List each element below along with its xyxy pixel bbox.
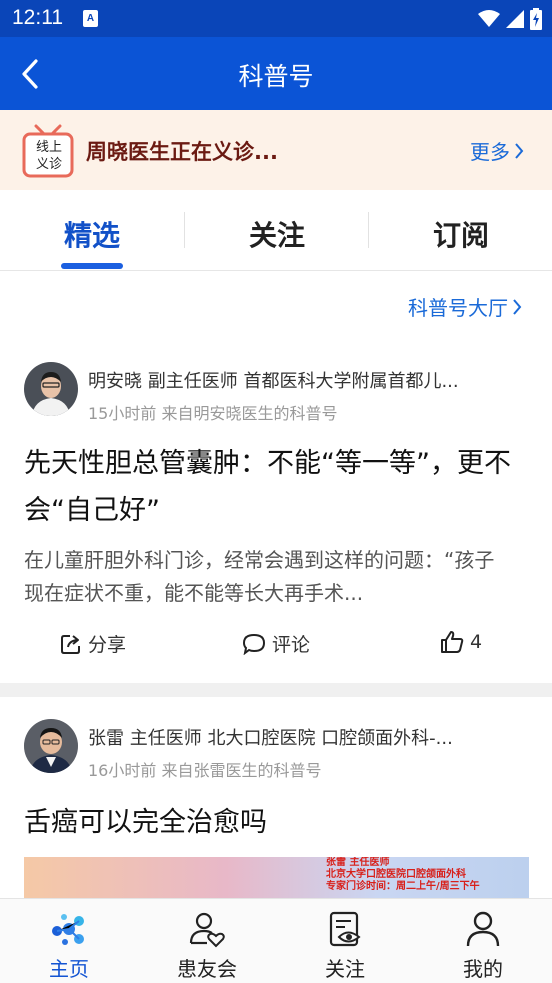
status-icons <box>478 7 542 31</box>
share-icon <box>61 634 80 654</box>
patient-group-icon <box>189 912 225 948</box>
author-line: 张雷 主任医师 北大口腔医院 口腔颌面外科-... <box>88 728 453 749</box>
status-bar: 12:11 A <box>0 0 552 37</box>
science-hall-link[interactable]: 科普号大厅 <box>408 292 522 321</box>
signal-icon <box>506 10 524 28</box>
tab-bar: 精选 关注 订阅 <box>0 190 552 271</box>
nav-profile[interactable]: 我的 <box>433 909 533 982</box>
banner-text: 周晓医生正在义诊... <box>86 140 278 164</box>
avatar[interactable] <box>24 362 78 416</box>
thumbnail-line: 北京大学口腔医院口腔颌面外科 <box>326 869 466 880</box>
app-bar: 科普号 <box>0 37 552 110</box>
banner-more-label: 更多 <box>470 140 510 164</box>
status-time: 12:11 <box>12 6 63 29</box>
profile-icon <box>466 911 500 947</box>
article-actions: 分享 评论 4 <box>0 630 552 666</box>
active-tab-indicator <box>61 263 123 269</box>
comment-button[interactable]: 评论 <box>242 630 310 657</box>
wifi-icon <box>478 10 500 27</box>
nav-home[interactable]: 主页 <box>19 909 119 982</box>
like-button[interactable]: 4 <box>440 630 482 654</box>
nav-profile-label: 我的 <box>463 957 503 981</box>
article-thumbnail[interactable]: 张雷 主任医师 北京大学口腔医院口腔颌面外科 专家门诊时间：周二上午/周三下午 <box>24 857 529 902</box>
comment-icon <box>242 633 266 655</box>
meta-line: 16小时前 来自张雷医生的科普号 <box>88 761 322 780</box>
tab-following[interactable]: 关注 <box>217 214 337 254</box>
follow-eye-icon <box>329 911 361 947</box>
article-summary: 在儿童肝胆外科门诊，经常会遇到这样的问题：“孩子现在症状不重，能不能等长大再手术… <box>24 548 495 605</box>
thumbnail-caption: 张雷 主任医师 北京大学口腔医院口腔颌面外科 专家门诊时间：周二上午/周三下午 <box>326 857 480 893</box>
thumbs-up-icon <box>441 631 464 653</box>
science-hall-label: 科普号大厅 <box>408 296 508 320</box>
thumbnail-line: 专家门诊时间：周二上午/周三下午 <box>326 881 480 892</box>
nav-home-label: 主页 <box>49 957 89 981</box>
tab-subscriptions[interactable]: 订阅 <box>401 214 521 254</box>
home-logo-icon <box>52 914 84 945</box>
comment-label: 评论 <box>272 634 311 656</box>
tab-divider <box>368 212 369 248</box>
author-line: 明安晓 副主任医师 首都医科大学附属首都儿... <box>88 371 459 392</box>
bottom-nav: 主页 患友会 关注 我的 <box>0 898 552 983</box>
article-card[interactable]: 明安晓 副主任医师 首都医科大学附属首都儿... 15小时前 来自明安晓医生的科… <box>0 340 552 683</box>
notification-icon: A <box>83 10 98 27</box>
tab-divider <box>184 212 185 248</box>
thumbnail-line: 张雷 主任医师 <box>326 857 390 868</box>
chevron-right-icon <box>515 142 524 159</box>
page-title: 科普号 <box>238 62 314 91</box>
like-count: 4 <box>470 631 483 653</box>
nav-follow-label: 关注 <box>325 957 365 981</box>
free-consult-banner[interactable]: 线上义诊 周晓医生正在义诊... 更多 <box>0 110 552 190</box>
tab-featured[interactable]: 精选 <box>32 214 152 254</box>
article-title[interactable]: 舌癌可以完全治愈吗 <box>24 799 529 846</box>
meta-line: 15小时前 来自明安晓医生的科普号 <box>88 404 338 423</box>
nav-follow[interactable]: 关注 <box>295 909 395 982</box>
share-button[interactable]: 分享 <box>60 630 126 657</box>
tv-icon-label: 线上义诊 <box>35 140 62 172</box>
nav-patient-group-label: 患友会 <box>177 957 237 981</box>
article-title[interactable]: 先天性胆总管囊肿：不能“等一等”，更不会“自己好” <box>24 440 529 534</box>
chevron-right-icon <box>513 298 522 315</box>
nav-patient-group[interactable]: 患友会 <box>157 909 257 982</box>
battery-icon <box>530 8 542 30</box>
avatar[interactable] <box>24 719 78 773</box>
share-label: 分享 <box>88 634 127 656</box>
card-separator <box>0 683 552 697</box>
banner-more-link[interactable]: 更多 <box>470 136 524 165</box>
